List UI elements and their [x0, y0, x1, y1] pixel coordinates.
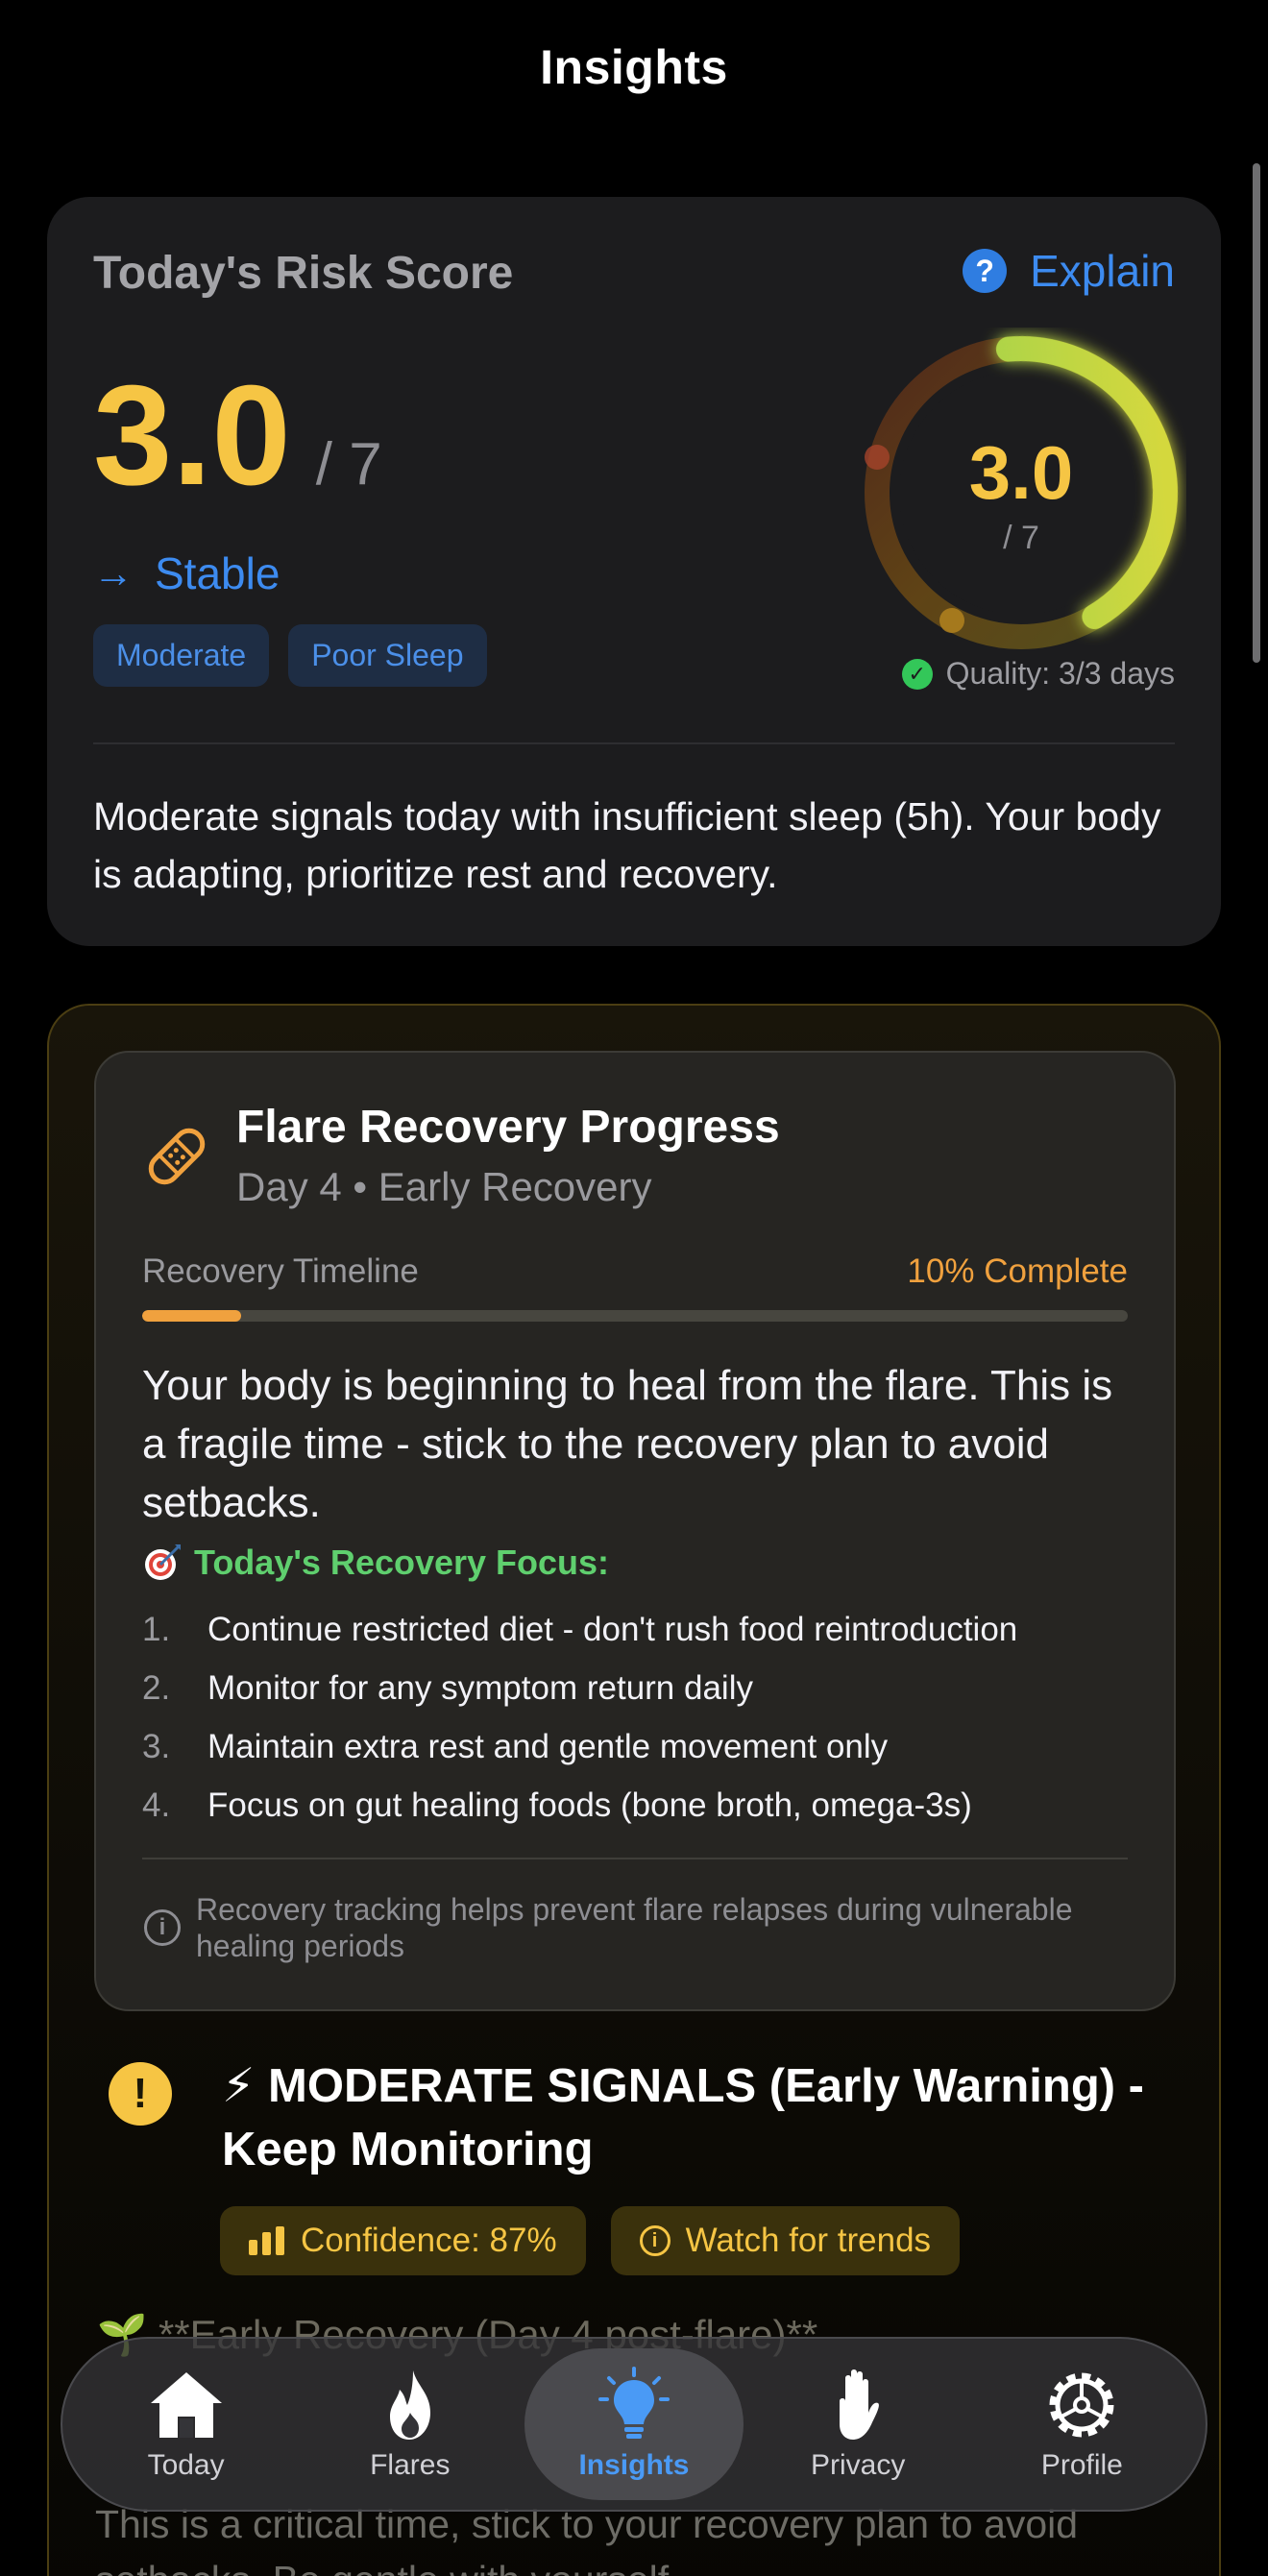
risk-score-title: Today's Risk Score	[93, 248, 514, 299]
bar-chart-icon	[249, 2226, 284, 2255]
explain-label: Explain	[1030, 246, 1175, 296]
trend-indicator: → Stable	[93, 547, 280, 599]
info-icon: i	[639, 2225, 671, 2256]
tab-label: Today	[147, 2449, 225, 2481]
tab-label: Flares	[370, 2449, 451, 2481]
focus-list: 1. Continue restricted diet - don't rush …	[142, 1600, 1145, 1835]
risk-gauge: 3.0 / 7	[856, 328, 1186, 658]
target-icon	[145, 1544, 181, 1580]
list-number: 2.	[142, 1669, 171, 1707]
list-item: 3. Maintain extra rest and gentle movemen…	[142, 1717, 1145, 1776]
nav-header: Insights	[0, 0, 1268, 134]
arrow-right-icon: →	[93, 550, 134, 595]
flame-icon	[389, 2370, 430, 2440]
checkmark-icon: ✓	[901, 658, 933, 690]
risk-summary: Moderate signals today with insufficient…	[93, 794, 1161, 896]
risk-score-denominator: / 7	[315, 431, 382, 498]
watch-trends-chip: i Watch for trends	[610, 2206, 961, 2275]
explain-button[interactable]: ? Explain	[963, 245, 1175, 297]
recovery-progress-fill	[142, 1310, 241, 1322]
list-number: 1.	[142, 1611, 171, 1648]
chip-moderate: Moderate	[93, 624, 270, 687]
score-row: 3.0 / 7	[93, 365, 382, 507]
scrollbar[interactable]	[1253, 163, 1260, 663]
info-icon: i	[144, 1909, 181, 1946]
recovery-progress-card: Flare Recovery Progress Day 4 • Early Re…	[94, 1051, 1176, 2011]
tab-privacy[interactable]: Privacy	[748, 2348, 967, 2500]
recovery-progress-bar	[142, 1310, 1128, 1322]
quality-label: Quality: 3/3 days	[945, 656, 1175, 691]
timeline-percent: 10% Complete	[907, 1252, 1128, 1290]
focus-title: Today's Recovery Focus:	[194, 1543, 610, 1582]
confidence-chip: Confidence: 87%	[220, 2206, 586, 2275]
page-title: Insights	[540, 40, 728, 94]
tab-label: Privacy	[810, 2449, 906, 2481]
tab-insights[interactable]: Insights	[524, 2348, 744, 2500]
lightbulb-icon	[597, 2367, 670, 2439]
risk-score-value: 3.0	[93, 356, 291, 515]
watch-label: Watch for trends	[685, 2222, 932, 2259]
hand-icon	[840, 2369, 880, 2440]
list-item: 1. Continue restricted diet - don't rush …	[142, 1600, 1145, 1659]
risk-score-card: Today's Risk Score ? Explain 3.0 / 7 → S…	[47, 197, 1221, 946]
quality-indicator: ✓ Quality: 3/3 days	[901, 656, 1175, 692]
tab-label: Insights	[578, 2449, 690, 2481]
trend-label: Stable	[155, 548, 280, 598]
tab-bar: Today Flares Insights Privacy Profile	[61, 2337, 1207, 2512]
focus-heading: Today's Recovery Focus:	[142, 1543, 609, 1583]
house-icon	[150, 2372, 222, 2438]
tab-profile[interactable]: Profile	[972, 2348, 1191, 2500]
list-number: 4.	[142, 1786, 171, 1824]
recovery-subtitle: Day 4 • Early Recovery	[236, 1164, 652, 1209]
recovery-info-note: Recovery tracking helps prevent flare re…	[196, 1892, 1073, 1963]
list-text: Maintain extra rest and gentle movement …	[207, 1728, 889, 1765]
chip-poor-sleep: Poor Sleep	[288, 624, 487, 687]
list-text: Continue restricted diet - don't rush fo…	[207, 1611, 1018, 1648]
list-text: Focus on gut healing foods (bone broth, …	[207, 1786, 972, 1824]
recovery-title: Flare Recovery Progress	[236, 1102, 780, 1153]
timeline-label: Recovery Timeline	[142, 1252, 419, 1290]
divider	[142, 1858, 1128, 1859]
exclamation-icon: !	[109, 2062, 172, 2126]
list-item: 2. Monitor for any symptom return daily	[142, 1659, 1145, 1717]
gear-icon	[1049, 2372, 1114, 2438]
recovery-message: Your body is beginning to heal from the …	[142, 1362, 1113, 1526]
list-number: 3.	[142, 1728, 171, 1765]
tab-label: Profile	[1040, 2449, 1123, 2481]
risk-chips: Moderate Poor Sleep	[93, 624, 487, 687]
list-text: Monitor for any symptom return daily	[207, 1669, 753, 1707]
signal-chips: Confidence: 87% i Watch for trends	[220, 2206, 961, 2275]
signal-title: ⚡ MODERATE SIGNALS (Early Warning) - Kee…	[222, 2060, 1144, 2175]
confidence-label: Confidence: 87%	[301, 2222, 557, 2259]
gauge-denominator: / 7	[1003, 520, 1039, 556]
tab-flares[interactable]: Flares	[301, 2348, 520, 2500]
divider	[93, 742, 1175, 744]
bandage-icon	[148, 1128, 206, 1185]
list-item: 4. Focus on gut healing foods (bone broth…	[142, 1776, 1145, 1835]
question-icon: ?	[963, 249, 1008, 293]
gauge-value: 3.0	[968, 430, 1074, 515]
tab-today[interactable]: Today	[77, 2348, 296, 2500]
